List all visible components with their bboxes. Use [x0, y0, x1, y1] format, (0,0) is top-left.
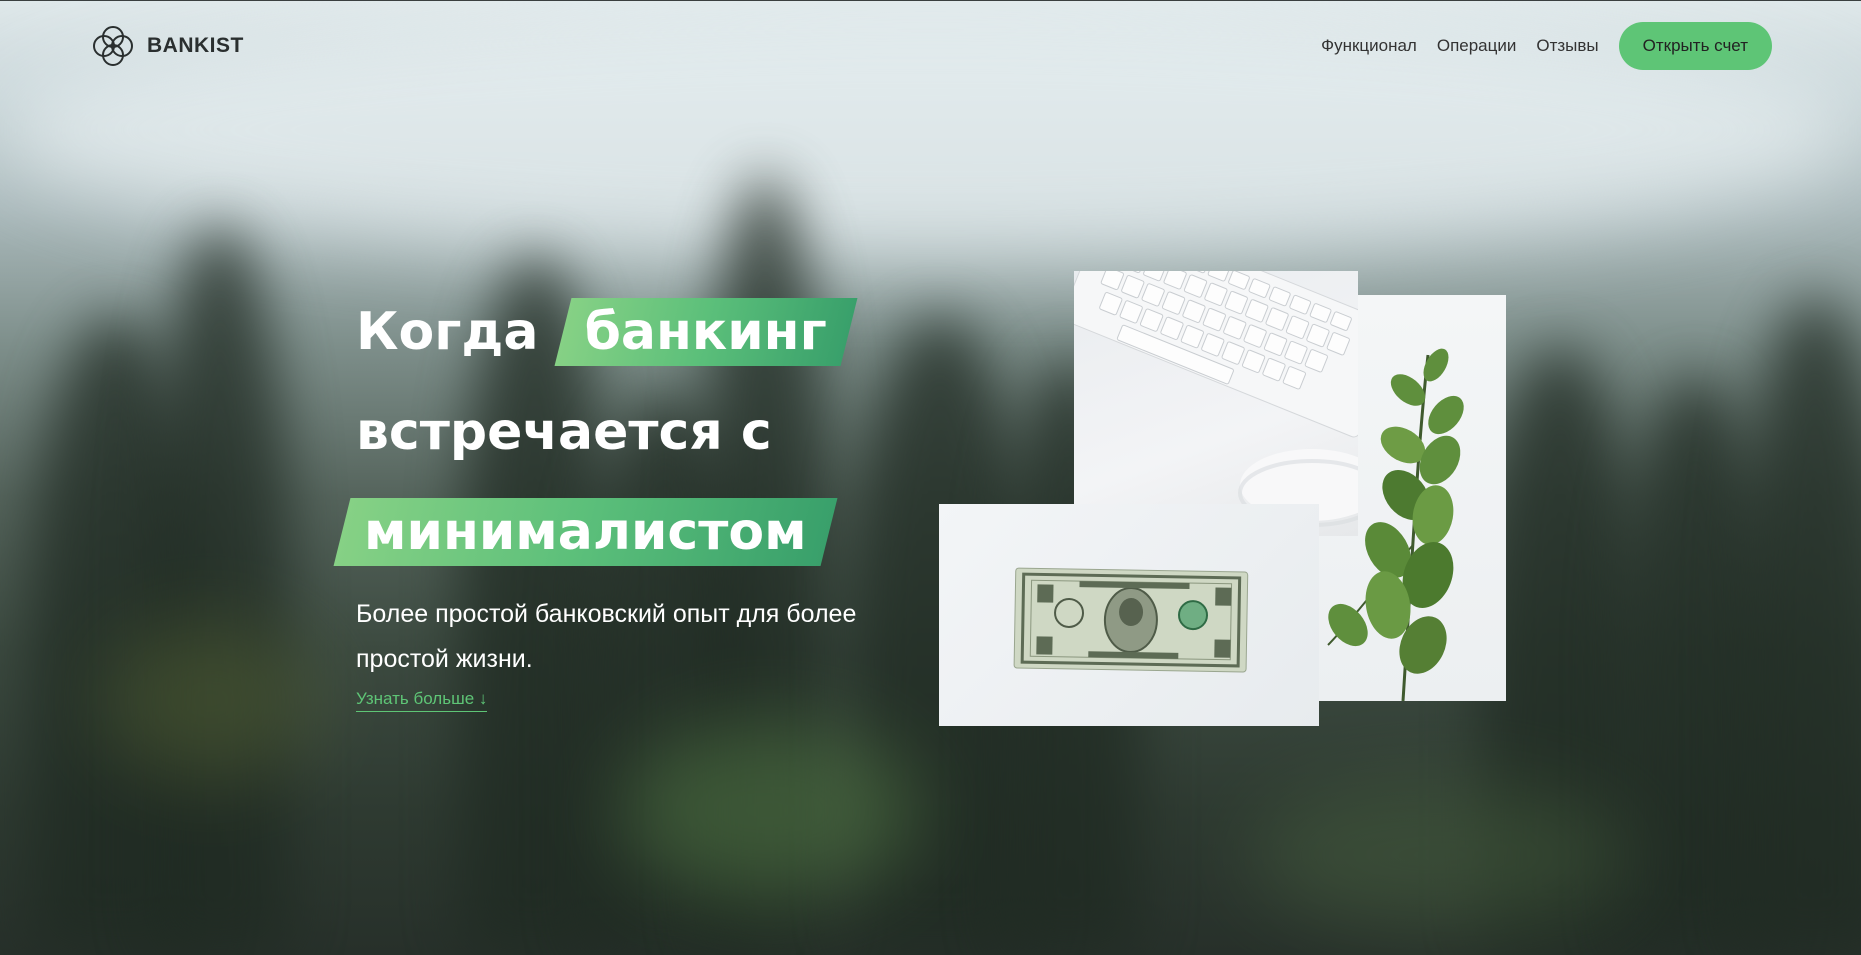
main-nav: Функционал Операции Отзывы Открыть счет — [1301, 22, 1772, 70]
hero-title-word: Когда — [356, 302, 539, 362]
brand-name: BANKIST — [147, 34, 244, 57]
nav-link-testimonials[interactable]: Отзывы — [1536, 22, 1598, 70]
background-forest-image — [0, 0, 1861, 955]
hero-highlight-minimalist: минималистом — [352, 492, 819, 572]
brand-logo-icon — [93, 26, 133, 66]
dollar-bill-photo — [939, 504, 1319, 726]
open-account-button[interactable]: Открыть счет — [1618, 22, 1772, 70]
learn-more-link[interactable]: Узнать больше ↓ — [356, 689, 488, 712]
hero-subtitle: Более простой банковский опыт для более … — [356, 600, 857, 673]
brand-logo[interactable]: BANKIST — [89, 22, 244, 70]
hero-title-line-2: встречается с — [356, 402, 772, 462]
site-header: BANKIST Функционал Операции Отзывы Откры… — [0, 0, 1861, 92]
keyboard-mouse-photo — [1074, 271, 1358, 536]
nav-link-features[interactable]: Функционал — [1321, 22, 1417, 70]
nav-link-operations[interactable]: Операции — [1437, 22, 1517, 70]
hero-highlight-banking: банкинг — [573, 292, 839, 372]
